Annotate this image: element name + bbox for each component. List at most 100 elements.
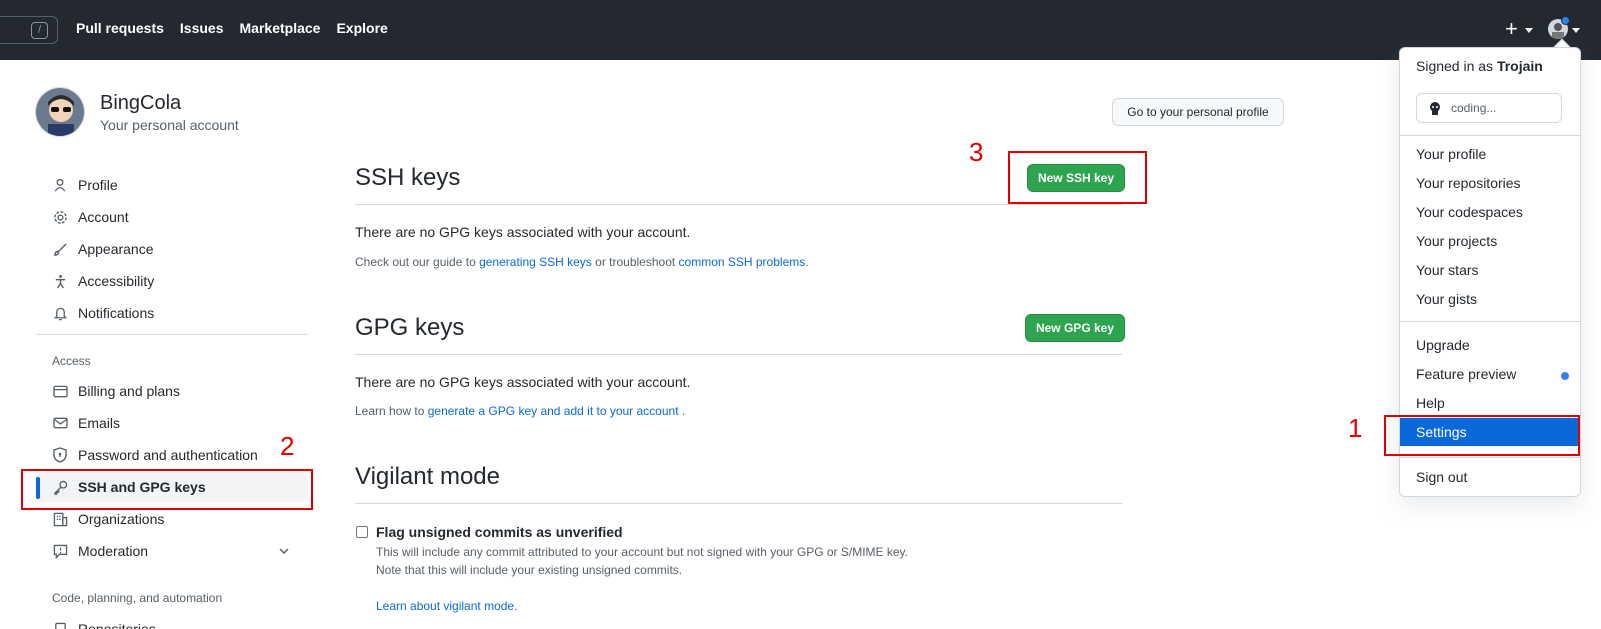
vigilant-link-line: Learn about vigilant mode. xyxy=(376,599,517,613)
generating-ssh-keys-link[interactable]: generating SSH keys xyxy=(479,255,592,269)
status-text: coding... xyxy=(1451,101,1497,115)
sidebar-item-label: Billing and plans xyxy=(78,383,180,399)
common-ssh-problems-link[interactable]: common SSH problems xyxy=(679,255,806,269)
ssh-help-text: Check out our guide to generating SSH ke… xyxy=(355,255,809,269)
help-text-suffix: . xyxy=(678,404,686,418)
sidebar-item-label: Accessibility xyxy=(78,273,155,289)
sidebar-item-appearance[interactable]: Appearance xyxy=(36,234,308,264)
menu-your-gists[interactable]: Your gists xyxy=(1416,291,1477,307)
menu-divider xyxy=(1400,321,1580,322)
notification-dot-icon xyxy=(1561,16,1570,25)
signed-in-as: Signed in as Trojain xyxy=(1416,58,1543,74)
generate-gpg-key-link[interactable]: generate a GPG key and add it to your ac… xyxy=(428,404,679,418)
annotation-box-3 xyxy=(1008,151,1147,204)
sidebar-item-profile[interactable]: Profile xyxy=(36,170,308,200)
sidebar-item-account[interactable]: Account xyxy=(36,202,308,232)
chevron-down-icon[interactable] xyxy=(278,544,290,560)
annotation-box-2 xyxy=(21,469,313,510)
help-text-middle: or troubleshoot xyxy=(591,255,679,269)
help-text-suffix: . xyxy=(805,255,809,269)
link-suffix: . xyxy=(514,599,518,613)
sidebar-item-label: Password and authentication xyxy=(78,447,258,463)
sidebar-item-label: Profile xyxy=(78,177,118,193)
account-avatar[interactable] xyxy=(35,87,85,137)
section-divider xyxy=(355,204,1122,205)
search-input[interactable]: / xyxy=(0,16,58,44)
signed-in-username: Trojain xyxy=(1496,58,1543,74)
sidebar-heading-access: Access xyxy=(52,354,91,368)
menu-your-profile[interactable]: Your profile xyxy=(1416,146,1486,162)
ssh-empty-message: There are no GPG keys associated with yo… xyxy=(355,224,691,240)
annotation-number-3: 3 xyxy=(969,137,984,167)
menu-your-repositories[interactable]: Your repositories xyxy=(1416,175,1521,191)
flag-unsigned-checkbox[interactable] xyxy=(356,526,368,538)
menu-upgrade[interactable]: Upgrade xyxy=(1416,337,1470,353)
accessibility-icon xyxy=(52,273,68,289)
repo-icon xyxy=(52,621,68,629)
sidebar-item-moderation[interactable]: Moderation xyxy=(36,536,308,566)
signed-in-prefix: Signed in as xyxy=(1416,58,1497,74)
gear-icon xyxy=(52,209,68,225)
annotation-number-2: 2 xyxy=(280,431,295,461)
person-icon xyxy=(52,177,68,193)
menu-your-codespaces[interactable]: Your codespaces xyxy=(1416,204,1523,220)
sidebar-item-billing[interactable]: Billing and plans xyxy=(36,376,308,406)
ssh-keys-title: SSH keys xyxy=(355,164,461,191)
sidebar-heading-code: Code, planning, and automation xyxy=(52,591,223,605)
help-text-prefix: Learn how to xyxy=(355,404,428,418)
mail-icon xyxy=(52,415,68,431)
sidebar-item-accessibility[interactable]: Accessibility xyxy=(36,266,308,296)
annotation-number-1: 1 xyxy=(1348,413,1363,443)
chevron-down-icon xyxy=(1572,28,1580,33)
sidebar-item-label: Emails xyxy=(78,415,121,431)
gpg-keys-title: GPG keys xyxy=(355,314,465,341)
vigilant-description-2: Note that this will include your existin… xyxy=(376,563,683,577)
sidebar-item-label: Account xyxy=(78,209,129,225)
gpg-empty-message: There are no GPG keys associated with yo… xyxy=(355,374,691,390)
set-status-button[interactable]: coding... xyxy=(1416,93,1562,123)
menu-help[interactable]: Help xyxy=(1416,395,1445,411)
top-header: / Pull requests Issues Marketplace Explo… xyxy=(0,0,1601,60)
credit-card-icon xyxy=(52,383,68,399)
help-text-prefix: Check out our guide to xyxy=(355,255,480,269)
nav-pull-requests[interactable]: Pull requests xyxy=(76,20,164,36)
sidebar-item-label: Organizations xyxy=(78,511,165,527)
menu-your-stars[interactable]: Your stars xyxy=(1416,262,1479,278)
nav-issues[interactable]: Issues xyxy=(180,20,224,36)
account-subtitle: Your personal account xyxy=(100,117,239,133)
sidebar-item-label: Appearance xyxy=(78,241,154,257)
menu-feature-preview[interactable]: Feature preview xyxy=(1416,366,1516,382)
sidebar-item-emails[interactable]: Emails xyxy=(36,408,308,438)
menu-your-projects[interactable]: Your projects xyxy=(1416,233,1497,249)
go-to-profile-button[interactable]: Go to your personal profile xyxy=(1112,98,1284,126)
nav-marketplace[interactable]: Marketplace xyxy=(240,20,321,36)
annotation-box-1 xyxy=(1384,415,1580,456)
menu-divider xyxy=(1400,457,1580,458)
octocat-status-icon xyxy=(1427,100,1443,116)
new-gpg-key-button[interactable]: New GPG key xyxy=(1025,314,1125,342)
menu-divider xyxy=(1400,135,1580,136)
create-new-button[interactable]: + xyxy=(1505,18,1518,40)
paintbrush-icon xyxy=(52,241,68,257)
sidebar-item-password[interactable]: Password and authentication xyxy=(36,440,308,470)
menu-sign-out[interactable]: Sign out xyxy=(1416,469,1467,485)
learn-vigilant-mode-link[interactable]: Learn about vigilant mode xyxy=(376,599,514,613)
nav-explore[interactable]: Explore xyxy=(336,20,387,36)
sidebar-divider xyxy=(36,334,308,335)
vigilant-description-1: This will include any commit attributed … xyxy=(376,545,909,559)
vigilant-mode-title: Vigilant mode xyxy=(355,463,500,490)
sidebar-item-label: Notifications xyxy=(78,305,155,321)
slash-shortcut-key: / xyxy=(31,22,48,39)
organization-icon xyxy=(52,511,68,527)
sidebar-item-notifications[interactable]: Notifications xyxy=(36,298,308,328)
account-name: BingCola xyxy=(100,92,182,114)
shield-lock-icon xyxy=(52,447,68,463)
gpg-help-text: Learn how to generate a GPG key and add … xyxy=(355,404,685,418)
global-nav: Pull requests Issues Marketplace Explore xyxy=(76,20,388,36)
sidebar-item-repositories[interactable]: Repositories xyxy=(36,614,308,629)
section-divider xyxy=(355,354,1122,355)
flag-unsigned-label[interactable]: Flag unsigned commits as unverified xyxy=(376,524,623,540)
sidebar-item-label: Repositories xyxy=(78,621,156,629)
report-icon xyxy=(52,543,68,559)
feature-preview-dot-icon xyxy=(1561,372,1569,380)
